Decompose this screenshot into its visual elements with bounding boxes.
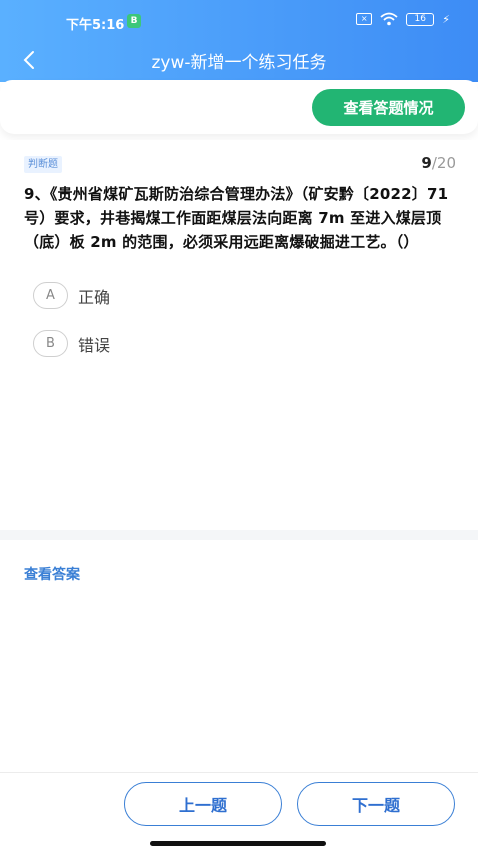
notification-badge-icon: B — [127, 14, 141, 28]
question-text: 9、《贵州省煤矿瓦斯防治综合管理办法》（矿安黔〔2022〕71号）要求，井巷揭煤… — [24, 185, 449, 251]
option-letter: A — [33, 282, 68, 309]
no-sim-icon: × — [356, 13, 373, 25]
next-question-button[interactable]: 下一题 — [297, 782, 455, 826]
progress-total: /20 — [431, 154, 456, 172]
bottom-bar: 上一题 下一题 — [0, 772, 478, 850]
status-icons: × 16 ⚡ — [356, 12, 450, 26]
home-indicator[interactable] — [150, 841, 326, 846]
view-answer-status-button[interactable]: 查看答题情况 — [312, 89, 465, 126]
page-title: zyw-新增一个练习任务 — [151, 53, 327, 73]
progress-current: 9 — [421, 154, 432, 172]
previous-question-button[interactable]: 上一题 — [124, 782, 282, 826]
question-progress: 9/20 — [421, 154, 456, 172]
section-divider — [0, 530, 478, 540]
option-b[interactable]: B 错误 — [33, 330, 110, 357]
header: 下午5:16 B × 16 ⚡ zyw-新增一个练习任务 — [0, 0, 478, 82]
question-type-tag: 判断题 — [24, 156, 62, 173]
charging-icon: ⚡ — [442, 12, 450, 26]
option-label: 错误 — [78, 335, 111, 355]
nav-bar: zyw-新增一个练习任务 — [0, 40, 478, 80]
option-label: 正确 — [78, 287, 111, 307]
battery-icon: 16 — [406, 12, 435, 26]
view-answer-link[interactable]: 查看答案 — [24, 564, 80, 584]
wifi-icon — [380, 12, 398, 26]
status-time: 下午5:16 — [66, 18, 125, 33]
option-a[interactable]: A 正确 — [33, 282, 110, 309]
status-bar: 下午5:16 B × 16 ⚡ — [0, 0, 478, 40]
question-card: 判断题 9/20 9、《贵州省煤矿瓦斯防治综合管理办法》（矿安黔〔2022〕71… — [0, 140, 478, 530]
toolbar: 查看答题情况 — [0, 80, 478, 134]
option-letter: B — [33, 330, 68, 357]
